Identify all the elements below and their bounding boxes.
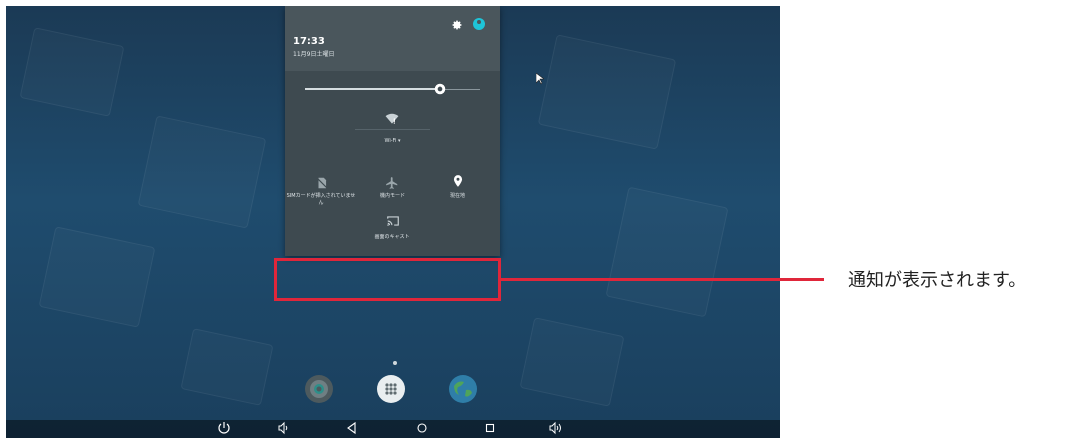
home-icon[interactable]	[414, 420, 430, 436]
status-date: 11月9日土曜日	[293, 51, 335, 58]
browser-app-icon[interactable]	[448, 374, 478, 404]
wallpaper-tile	[38, 226, 156, 328]
tile-label-cast: 画面のキャスト	[374, 234, 410, 240]
back-icon[interactable]	[344, 420, 360, 436]
wallpaper-tile	[19, 27, 125, 117]
brightness-icon[interactable]	[433, 82, 447, 96]
sim-off-icon[interactable]	[315, 176, 329, 190]
android-screen: 17:33 11月9日土曜日 Wi-Fi ▾ SIMカードが挿入されていません	[6, 6, 780, 438]
location-icon[interactable]	[451, 174, 465, 188]
wifi-label[interactable]: Wi-Fi ▾	[370, 138, 415, 144]
wifi-icon[interactable]	[385, 113, 399, 125]
power-icon[interactable]	[216, 420, 232, 436]
app-drawer-icon[interactable]	[376, 374, 406, 404]
wallpaper-tile	[537, 34, 677, 150]
gear-icon[interactable]	[451, 19, 463, 31]
wallpaper-tile	[180, 328, 274, 406]
cast-icon[interactable]	[386, 214, 400, 228]
wallpaper-tile	[605, 186, 729, 318]
status-time: 17:33	[293, 36, 325, 47]
navigation-bar	[6, 420, 780, 438]
page-indicator-dot	[393, 361, 397, 365]
volume-down-icon[interactable]	[276, 420, 292, 436]
quick-settings-header: 17:33 11月9日土曜日	[285, 6, 500, 71]
notification-area-highlight	[274, 258, 501, 301]
settings-app-icon[interactable]	[304, 374, 334, 404]
divider	[355, 129, 430, 130]
callout-line	[501, 278, 824, 281]
account-icon[interactable]	[473, 18, 485, 30]
callout-text: 通知が表示されます。	[848, 270, 1027, 291]
wallpaper-tile	[519, 317, 625, 407]
tile-label-airplane: 機内モード	[379, 193, 405, 199]
tile-label-location: 現在地	[449, 193, 465, 199]
brightness-slider-fill	[305, 88, 440, 90]
recents-icon[interactable]	[482, 420, 498, 436]
volume-up-icon[interactable]	[548, 420, 564, 436]
airplane-icon[interactable]	[385, 176, 399, 190]
mouse-cursor-icon	[536, 73, 544, 85]
tile-label-sim: SIMカードが挿入されていません	[286, 193, 356, 206]
wallpaper-tile	[137, 115, 267, 229]
quick-settings-panel: 17:33 11月9日土曜日 Wi-Fi ▾ SIMカードが挿入されていません	[285, 6, 500, 256]
